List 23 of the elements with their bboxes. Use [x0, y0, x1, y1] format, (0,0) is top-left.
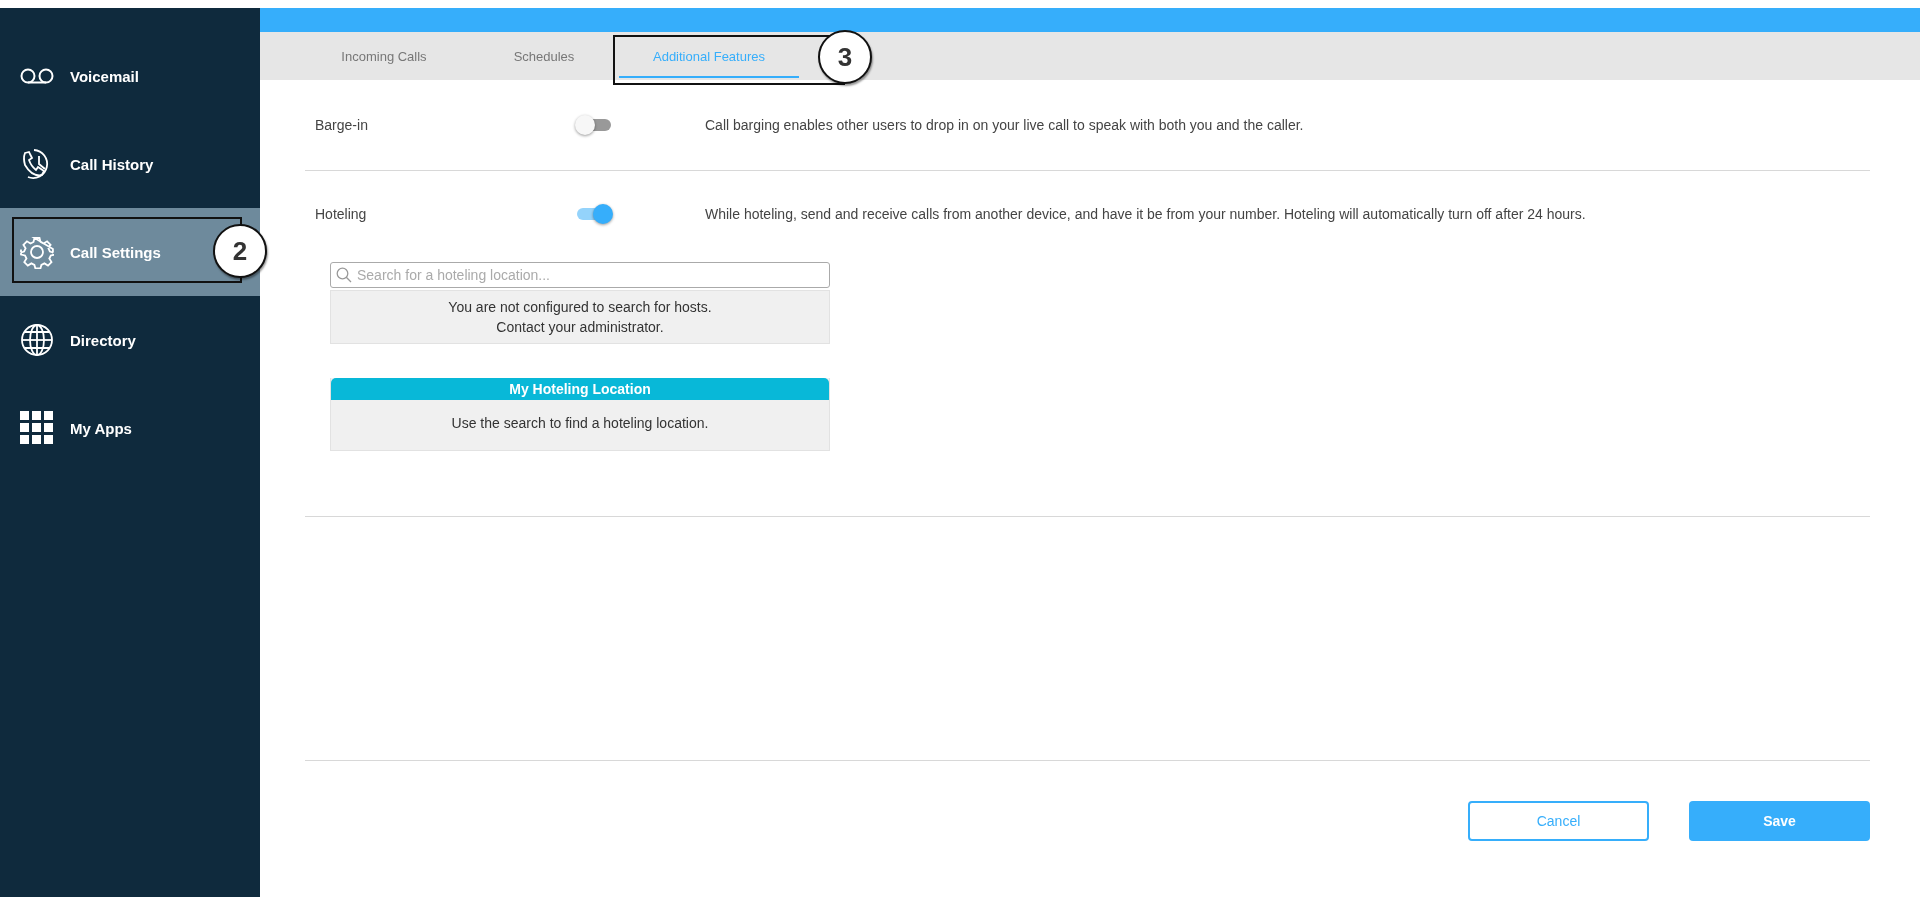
sidebar-item[interactable]: My Apps [0, 384, 260, 472]
step-callout-tooltip: 3 [818, 30, 872, 84]
sidebar-item[interactable]: Directory [0, 296, 260, 384]
grid-icon [20, 411, 54, 445]
search-field[interactable]: Search for a hoteling location... [330, 262, 830, 288]
globe-icon [20, 323, 54, 357]
card-header: My Hoteling Location [331, 378, 829, 400]
search-icon [336, 267, 352, 283]
toggle-switch[interactable] [575, 115, 613, 135]
voicemail-icon [20, 68, 54, 84]
feature-label: Hoteling [314, 206, 368, 222]
gear-icon [20, 235, 54, 269]
sidebar-item[interactable]: Call History [0, 120, 260, 208]
tab[interactable]: Incoming Calls [304, 32, 464, 80]
sidebar-item[interactable]: Voicemail [0, 32, 260, 120]
feature-description: Call barging enables other users to drop in on your live call to speak with both you and the caller. [705, 117, 1305, 133]
info-message: You are not configured to search for hosts. Contact your administrator. [330, 290, 830, 344]
save-button[interactable]: Save [1689, 801, 1870, 841]
feature-label: Barge-in [314, 117, 369, 133]
feature-description: While hoteling, send and receive calls from another device, and have it be from your number. Hoteling will automatically turn off after 24 hours. [705, 206, 1587, 222]
card-text: Use the search to find a hoteling location. [450, 414, 710, 433]
cancel-button[interactable]: Cancel [1468, 801, 1649, 841]
toggle-switch[interactable] [575, 204, 613, 224]
